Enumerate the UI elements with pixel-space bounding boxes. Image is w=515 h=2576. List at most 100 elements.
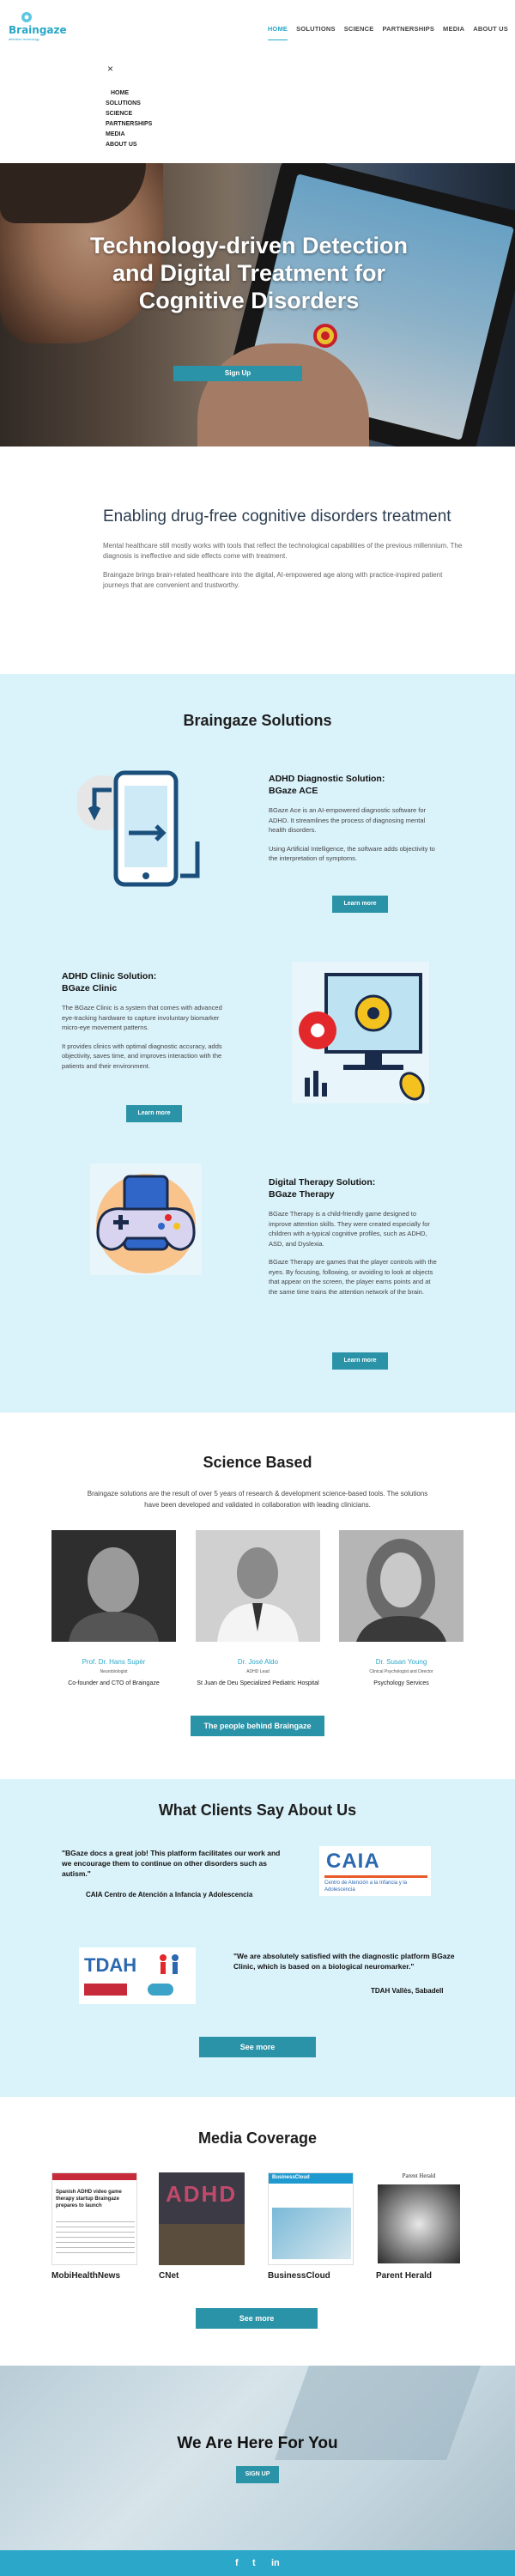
media-thumb-headline: Spanish ADHD video game therapy startup … <box>56 2190 122 2208</box>
nav-media[interactable]: MEDIA <box>443 25 464 40</box>
testimonial-quote-tdah: "We are absolutely satisfied with the di… <box>233 1952 455 1971</box>
mobile-sync-icon <box>77 770 200 887</box>
solutions-section: Braingaze Solutions ADHD Diagnostic Solu… <box>0 674 515 1413</box>
main-nav: HOME SOLUTIONS SCIENCE PARTNERSHIPS MEDI… <box>267 25 508 40</box>
solution-ace: ADHD Diagnostic Solution: BGaze ACE BGaz… <box>269 773 440 872</box>
facebook-icon[interactable]: f <box>235 2558 239 2568</box>
person-role: Clinical Psychologist and Director <box>369 1669 433 1674</box>
caia-logo-text: CAIA <box>326 1850 380 1873</box>
testimonial-quote-caia: "BGaze docs a great job! This platform f… <box>62 1849 281 1878</box>
hero-title: Technology-driven Detection and Digital … <box>89 233 409 313</box>
solution-clinic-title-2: BGaze Clinic <box>62 983 118 993</box>
media-thumb-block <box>159 2224 245 2265</box>
logo-tagline: attention technology <box>9 37 39 41</box>
person-card: Dr. Susan Young Clinical Psychologist an… <box>339 1530 464 1688</box>
media-title: Media Coverage <box>197 2129 318 2147</box>
nav-partnerships[interactable]: PARTNERSHIPS <box>382 25 434 40</box>
intro-heading: Enabling drug-free cognitive disorders t… <box>103 507 451 526</box>
clients-section: What Clients Say About Us "BGaze docs a … <box>0 1779 515 2097</box>
nav-about-us[interactable]: ABOUT US <box>473 25 508 40</box>
mobile-menu-media[interactable]: MEDIA <box>106 130 152 140</box>
solution-clinic-p1: The BGaze Clinic is a system that comes … <box>62 1004 222 1031</box>
close-icon[interactable]: × <box>107 63 152 75</box>
nav-solutions[interactable]: SOLUTIONS <box>296 25 336 40</box>
media-item[interactable]: BusinessCloud BusinessCloud <box>268 2172 354 2281</box>
learn-more-clinic-button[interactable]: Learn more <box>126 1105 182 1122</box>
solution-ace-title-1: ADHD Diagnostic Solution: <box>269 774 385 784</box>
media-thumb-brand: BusinessCloud <box>272 2175 310 2180</box>
intro-section: Enabling drug-free cognitive disorders t… <box>103 507 464 599</box>
mobile-menu-about-us[interactable]: ABOUT US <box>106 140 152 150</box>
media-thumb-lines <box>56 2221 135 2256</box>
media-item[interactable]: Spanish ADHD video game therapy startup … <box>52 2172 137 2281</box>
mobile-menu-solutions[interactable]: SOLUTIONS <box>106 99 152 109</box>
media-item[interactable]: Parent Herald Parent Herald <box>376 2172 462 2281</box>
person-description: Co-founder and CTO of Braingaze <box>68 1680 160 1686</box>
sign-up-button[interactable]: Sign Up <box>173 366 302 381</box>
solution-clinic-title-1: ADHD Clinic Solution: <box>62 971 157 981</box>
mobile-menu-partnerships[interactable]: PARTNERSHIPS <box>106 119 152 130</box>
linkedin-icon[interactable]: in <box>271 2558 280 2568</box>
target-icon <box>313 324 337 348</box>
cta-title: We Are Here For You <box>177 2434 338 2452</box>
braingaze-logo[interactable]: Braingaze attention technology <box>9 10 77 45</box>
person-card: Prof. Dr. Hans Supèr Neurobiologist Co-f… <box>52 1530 176 1688</box>
twitter-icon[interactable]: t <box>252 2558 256 2568</box>
person-name: Prof. Dr. Hans Supèr <box>82 1658 146 1666</box>
caia-logo-subtitle: Centro de Atención a la Infancia y la Ad… <box>324 1880 408 1893</box>
mobile-menu-home[interactable]: HOME <box>106 88 152 99</box>
hero-banner: Technology-driven Detection and Digital … <box>0 163 515 447</box>
media-name: Parent Herald <box>376 2271 433 2281</box>
person-name: Dr. Susan Young <box>375 1658 427 1666</box>
science-title: Science Based <box>203 1454 312 1471</box>
media-name: MobiHealthNews <box>52 2271 121 2281</box>
media-name: BusinessCloud <box>268 2271 330 2281</box>
caia-logo: CAIA Centro de Atención a la Infancia y … <box>319 1846 431 1896</box>
testimonial-source-caia: CAIA Centro de Atención a Infancia y Ado… <box>86 1891 253 1899</box>
solution-therapy: Digital Therapy Solution: BGaze Therapy … <box>269 1176 440 1305</box>
see-more-media-button[interactable]: See more <box>196 2308 318 2329</box>
site-footer: f t in <box>0 2550 515 2576</box>
solutions-title: Braingaze Solutions <box>183 712 332 729</box>
mobile-menu-science[interactable]: SCIENCE <box>106 109 152 119</box>
media-thumb-parentherald: Parent Herald <box>376 2172 462 2265</box>
computer-gear-icon <box>292 962 429 1103</box>
solution-clinic: ADHD Clinic Solution: BGaze Clinic The B… <box>62 970 233 1079</box>
tdah-logo: TDAH <box>79 1947 196 2004</box>
intro-paragraph-2: Braingaze brings brain-related healthcar… <box>103 571 443 589</box>
nav-home[interactable]: HOME <box>267 25 288 40</box>
solution-therapy-title-1: Digital Therapy Solution: <box>269 1177 376 1188</box>
cta-sign-up-button[interactable]: SIGN UP <box>236 2466 279 2483</box>
media-thumb-bar <box>52 2173 136 2180</box>
site-header: Braingaze attention technology HOME SOLU… <box>0 0 515 52</box>
media-thumb-cnet: ADHD <box>159 2172 245 2265</box>
solution-ace-p1: BGaze Ace is an AI-empowered diagnostic … <box>269 806 427 834</box>
person-description: Psychology Services <box>373 1680 429 1686</box>
person-card: Dr. José Aldo ADHD Lead St Juan de Deu S… <box>196 1530 320 1688</box>
logo-mark-icon <box>21 12 32 22</box>
solution-ace-title-2: BGaze ACE <box>269 786 318 796</box>
media-name: CNet <box>159 2271 179 2281</box>
learn-more-therapy-button[interactable]: Learn more <box>332 1352 388 1370</box>
mobile-menu: × HOME SOLUTIONS SCIENCE PARTNERSHIPS ME… <box>106 63 152 150</box>
tdah-partner-badge-2 <box>148 1984 173 1996</box>
media-thumb-businesscloud: BusinessCloud <box>268 2172 354 2265</box>
science-paragraph: Braingaze solutions are the result of ov… <box>87 1490 428 1509</box>
people-behind-braingaze-button[interactable]: The people behind Braingaze <box>191 1716 324 1736</box>
learn-more-ace-button[interactable]: Learn more <box>332 896 388 913</box>
see-more-clients-button[interactable]: See more <box>199 2037 316 2057</box>
tdah-figures-icon <box>160 1954 179 1974</box>
nav-science[interactable]: SCIENCE <box>344 25 374 40</box>
solution-therapy-p1: BGaze Therapy is a child-friendly game d… <box>269 1210 430 1248</box>
media-item[interactable]: ADHD CNet <box>159 2172 245 2281</box>
person-role: Neurobiologist <box>100 1669 128 1674</box>
intro-paragraph-1: Mental healthcare still mostly works wit… <box>103 542 463 560</box>
logo-text: Braingaze <box>9 24 67 36</box>
media-thumb-brain-photo <box>378 2184 460 2263</box>
media-thumb-brand: Parent Herald <box>402 2172 436 2179</box>
person-role: ADHD Lead <box>246 1669 270 1674</box>
gamepad-phone-icon <box>90 1163 202 1275</box>
tdah-partner-badge <box>84 1984 127 1996</box>
tdah-logo-text: TDAH <box>84 1954 137 1976</box>
solution-ace-p2: Using Artificial Intelligence, the softw… <box>269 844 435 863</box>
